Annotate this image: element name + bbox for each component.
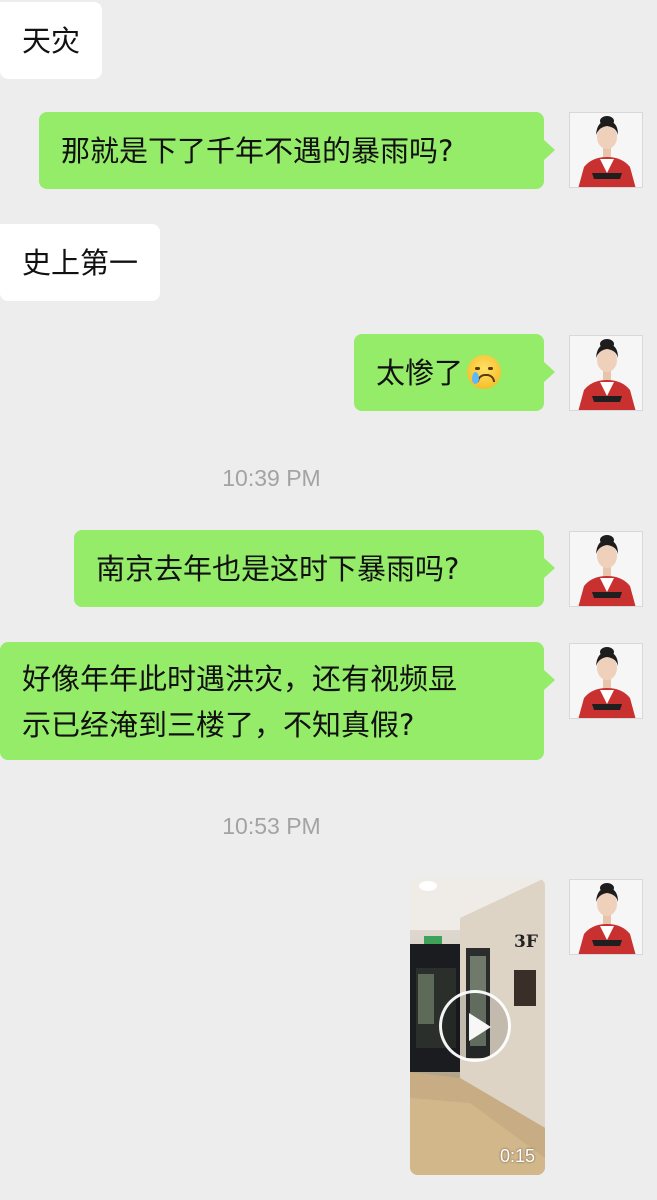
message-text-line: 示已经淹到三楼了，不知真假?	[22, 708, 415, 742]
message-text: 南京去年也是这时下暴雨吗?	[96, 552, 460, 586]
video-duration: 0:15	[499, 1146, 535, 1166]
crying-face-icon	[467, 355, 502, 389]
message-outgoing[interactable]: 太惨了	[354, 334, 555, 411]
user-avatar-icon	[570, 113, 642, 187]
timestamp: 10:39 PM	[222, 465, 321, 491]
avatar[interactable]	[569, 531, 643, 607]
message-outgoing[interactable]: 那就是下了千年不遇的暴雨吗?	[39, 112, 555, 189]
user-avatar-icon	[570, 532, 642, 606]
message-incoming[interactable]: 史上第一	[0, 224, 161, 301]
user-avatar-icon	[570, 644, 642, 718]
message-outgoing[interactable]: 南京去年也是这时下暴雨吗?	[74, 530, 555, 607]
message-incoming[interactable]: 天灾	[0, 2, 103, 79]
message-text: 史上第一	[22, 246, 139, 280]
message-outgoing[interactable]: 好像年年此时遇洪灾，还有视频显 示已经淹到三楼了，不知真假?	[0, 642, 555, 760]
message-text: 那就是下了千年不遇的暴雨吗?	[61, 134, 454, 168]
message-text: 太惨了	[376, 356, 464, 390]
play-button[interactable]	[439, 990, 511, 1062]
message-text: 天灾	[22, 24, 81, 58]
timestamp: 10:53 PM	[222, 813, 321, 839]
message-text-line: 好像年年此时遇洪灾，还有视频显	[22, 662, 458, 696]
wall-sign: 3F	[514, 932, 538, 952]
avatar[interactable]	[569, 335, 643, 411]
user-avatar-icon	[570, 880, 642, 954]
video-message[interactable]: 3F 0:15	[410, 878, 545, 1175]
avatar[interactable]	[569, 643, 643, 719]
avatar[interactable]	[569, 112, 643, 188]
user-avatar-icon	[570, 336, 642, 410]
avatar[interactable]	[569, 879, 643, 955]
